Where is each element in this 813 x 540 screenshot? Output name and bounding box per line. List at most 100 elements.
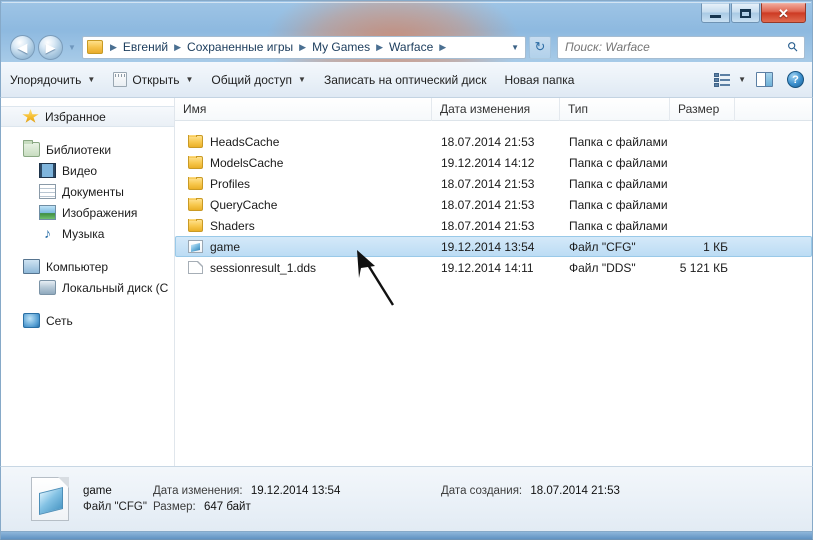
table-row[interactable]: ModelsCache 19.12.2014 14:12 Папка с фай… — [175, 152, 812, 173]
details-size: Размер: 647 байт — [153, 501, 423, 513]
search-box[interactable]: ⚲ — [557, 34, 807, 61]
sidebar-item-favorites[interactable]: Избранное — [1, 106, 174, 127]
forward-arrow-icon: ▶ — [45, 39, 56, 55]
open-label: Открыть — [132, 72, 180, 87]
share-button[interactable]: Общий доступ ▼ — [202, 67, 315, 93]
dds-file-icon — [188, 261, 203, 274]
table-row[interactable]: HeadsCache 18.07.2014 21:53 Папка с файл… — [175, 131, 812, 152]
refresh-button[interactable]: ↻ — [529, 35, 551, 59]
view-options-icon[interactable] — [714, 72, 731, 87]
star-icon — [22, 109, 39, 123]
breadcrumb-item-saved-games[interactable]: Сохраненные игры — [186, 39, 294, 55]
sidebar-item-computer[interactable]: Компьютер — [1, 256, 174, 277]
details-pane: game Дата изменения: 19.12.2014 13:54 Да… — [0, 466, 813, 532]
sidebar-item-label: Изображения — [62, 205, 138, 220]
breadcrumb-separator: ▶ — [439, 41, 447, 52]
breadcrumb[interactable]: ▶ Евгений ▶ Сохраненные игры ▶ My Games … — [82, 35, 526, 59]
sidebar-item-documents[interactable]: Документы — [1, 181, 174, 202]
file-name: Shaders — [210, 218, 255, 233]
window-bottom-edge — [0, 532, 813, 540]
file-name-cell: sessionresult_1.dds — [176, 261, 433, 275]
organize-button[interactable]: Упорядочить ▼ — [1, 67, 104, 93]
file-date: 18.07.2014 21:53 — [441, 197, 535, 212]
sidebar-item-label: Библиотеки — [46, 142, 112, 157]
column-header-date-modified[interactable]: Дата изменения — [432, 98, 560, 121]
help-icon: ? — [792, 73, 799, 86]
table-row[interactable]: QueryCache 18.07.2014 21:53 Папка с файл… — [175, 194, 812, 215]
breadcrumb-separator: ▶ — [110, 41, 117, 52]
nav-group-computer: Компьютер Локальный диск (C — [1, 256, 174, 298]
column-header-name[interactable]: Имя — [175, 98, 432, 121]
preview-pane-icon[interactable] — [756, 72, 773, 87]
column-header-spacer — [735, 98, 812, 121]
document-icon — [39, 184, 56, 199]
chevron-down-icon: ▼ — [185, 75, 194, 84]
breadcrumb-item-user[interactable]: Евгений — [122, 39, 169, 55]
file-name: Profiles — [210, 176, 251, 191]
details-modified-value: 19.12.2014 13:54 — [250, 485, 341, 497]
table-row[interactable]: sessionresult_1.dds 19.12.2014 14:11 Фай… — [175, 257, 812, 278]
chevron-down-icon: ▼ — [298, 75, 306, 84]
file-date: 19.12.2014 13:54 — [441, 239, 535, 254]
file-list-pane[interactable]: Имя Дата изменения Тип Размер HeadsCache… — [175, 98, 812, 466]
table-row[interactable]: Shaders 18.07.2014 21:53 Папка с файлами — [175, 215, 812, 236]
folder-icon — [188, 176, 203, 190]
file-date: 18.07.2014 21:53 — [441, 218, 535, 233]
breadcrumb-item-warface[interactable]: Warface — [388, 39, 434, 55]
help-button[interactable]: ? — [787, 71, 804, 88]
column-header-size[interactable]: Размер — [670, 98, 735, 121]
file-size: 5 121 КБ — [679, 260, 728, 275]
minimize-button[interactable] — [701, 3, 730, 23]
picture-icon — [39, 205, 56, 220]
burn-to-disc-button[interactable]: Записать на оптический диск — [315, 67, 496, 93]
file-name: HeadsCache — [210, 134, 280, 149]
details-file-name: game — [83, 485, 112, 497]
breadcrumb-item-my-games[interactable]: My Games — [311, 39, 371, 55]
file-name-cell: QueryCache — [176, 197, 433, 212]
sidebar-item-label: Музыка — [62, 226, 105, 241]
video-icon — [39, 163, 56, 178]
sidebar-item-music[interactable]: ♪ Музыка — [1, 223, 174, 244]
file-date: 18.07.2014 21:53 — [441, 134, 535, 149]
search-icon[interactable]: ⚲ — [780, 34, 807, 61]
sidebar-item-video[interactable]: Видео — [1, 160, 174, 181]
folder-icon — [87, 40, 103, 54]
computer-icon — [23, 259, 40, 274]
file-type: Папка с файлами — [569, 218, 668, 233]
library-icon — [23, 140, 40, 157]
recent-pages-dropdown[interactable]: ▼ — [66, 36, 78, 58]
sidebar-item-network[interactable]: Сеть — [1, 310, 174, 331]
column-headers: Имя Дата изменения Тип Размер — [175, 98, 812, 121]
open-button[interactable]: Открыть ▼ — [104, 67, 202, 93]
back-arrow-icon: ◀ — [17, 39, 28, 55]
folder-icon — [188, 197, 203, 211]
back-button[interactable]: ◀ — [10, 34, 35, 60]
organize-label: Упорядочить — [10, 72, 82, 87]
sidebar-item-label: Видео — [62, 163, 98, 178]
forward-button[interactable]: ▶ — [38, 34, 63, 60]
new-folder-button[interactable]: Новая папка — [495, 67, 583, 93]
search-input[interactable] — [558, 37, 782, 57]
sidebar-item-libraries[interactable]: Библиотеки — [1, 139, 174, 160]
breadcrumb-dropdown-icon[interactable]: ▼ — [505, 43, 525, 52]
refresh-icon: ↻ — [534, 39, 546, 54]
file-date: 18.07.2014 21:53 — [441, 176, 535, 191]
navigation-row: ◀ ▶ ▼ ▶ Евгений ▶ Сохраненные игры ▶ My … — [1, 31, 813, 63]
table-row-selected[interactable]: game 19.12.2014 13:54 Файл "CFG" 1 КБ — [175, 236, 812, 257]
sidebar-item-local-disk[interactable]: Локальный диск (C — [1, 277, 174, 298]
table-row[interactable]: Profiles 18.07.2014 21:53 Папка с файлам… — [175, 173, 812, 194]
share-label: Общий доступ — [211, 72, 293, 87]
details-created-value: 18.07.2014 21:53 — [530, 485, 620, 497]
column-header-type[interactable]: Тип — [560, 98, 670, 121]
navigation-pane: Избранное Библиотеки Видео Документы Изо… — [1, 98, 175, 466]
caption-button-group: ✕ — [701, 3, 806, 23]
chevron-down-icon[interactable]: ▼ — [738, 75, 746, 84]
disk-icon — [39, 280, 56, 295]
network-icon — [23, 313, 40, 328]
details-modified-label: Дата изменения: — [153, 485, 243, 497]
details-text: game Дата изменения: 19.12.2014 13:54 Да… — [83, 485, 638, 513]
sidebar-item-pictures[interactable]: Изображения — [1, 202, 174, 223]
breadcrumb-separator: ▶ — [174, 41, 182, 52]
close-button[interactable]: ✕ — [761, 3, 806, 23]
maximize-button[interactable] — [731, 3, 760, 23]
